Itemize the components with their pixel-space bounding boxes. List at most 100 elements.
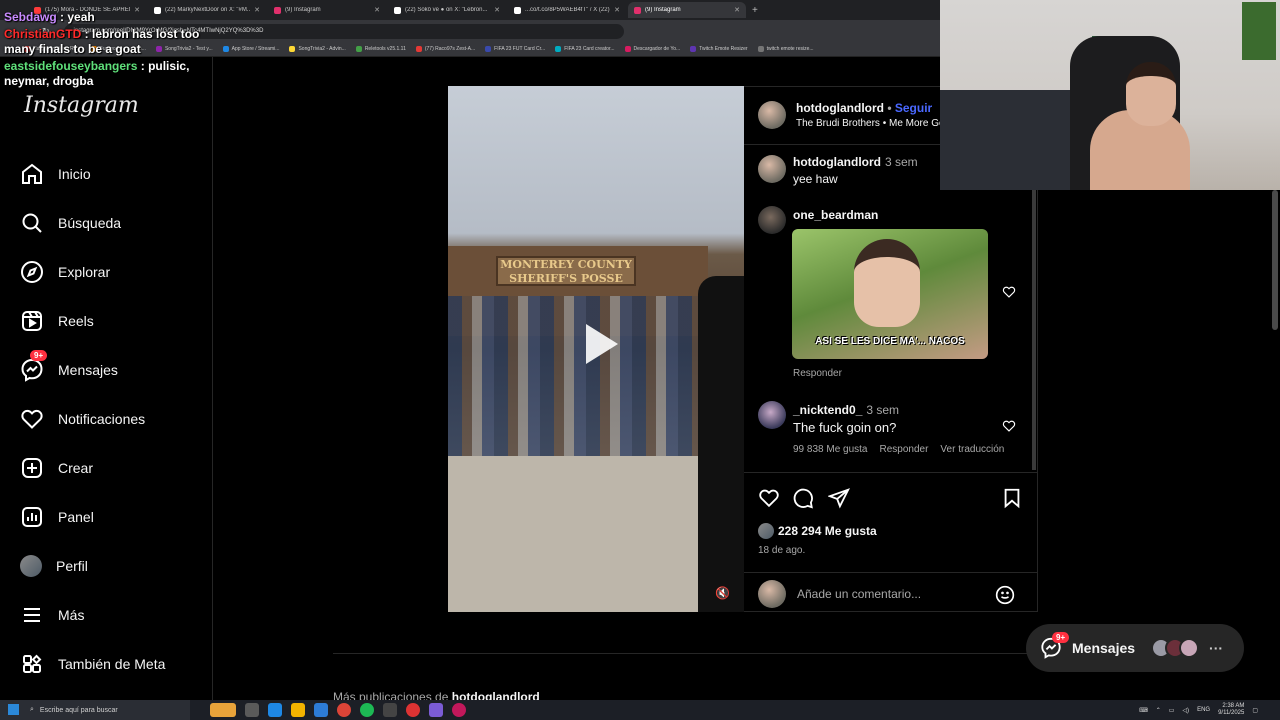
like-comment-icon[interactable] <box>1002 419 1016 433</box>
tab-close-icon[interactable]: ✕ <box>254 6 260 14</box>
sidebar-item-inicio[interactable]: Inicio <box>20 156 200 192</box>
comment-avatar[interactable] <box>758 401 786 429</box>
chrome-icon[interactable] <box>337 703 351 717</box>
sidebar-item-label: También de Meta <box>58 656 166 672</box>
taskbar-app-icon[interactable] <box>429 703 443 717</box>
browser-tab[interactable]: (22) Sokô ve ● on X: "Lebron... ✕ <box>388 2 506 18</box>
browser-tab[interactable]: ...co/t.co/8P5WAEB4fT" / X (22) ✕ <box>508 2 626 18</box>
tab-close-icon[interactable]: ✕ <box>374 6 380 14</box>
comment-avatar[interactable] <box>758 206 786 234</box>
taskbar-apps <box>210 703 466 717</box>
comment-username[interactable]: one_beardman <box>793 208 878 222</box>
taskbar-app-icon[interactable] <box>268 703 282 717</box>
tab-close-icon[interactable]: ✕ <box>734 6 740 14</box>
keyboard-icon[interactable]: ⌨ <box>1139 707 1148 714</box>
bookmark-icon[interactable] <box>1001 487 1023 509</box>
compass-icon <box>21 261 43 283</box>
page-scrollbar[interactable] <box>1272 190 1278 330</box>
like-comment-icon[interactable] <box>1002 285 1016 299</box>
comment-likes[interactable]: 99 838 Me gusta <box>793 444 868 455</box>
windows-start-icon[interactable] <box>8 704 19 715</box>
comment-username[interactable]: _nicktend0_ <box>793 403 862 417</box>
language-indicator[interactable]: ENG <box>1197 707 1210 713</box>
volume-icon[interactable]: ◁) <box>1182 707 1189 714</box>
gif-caption: ASI SE LES DICE MA'... NACOS <box>815 336 965 347</box>
messages-pill[interactable]: 9+ Mensajes ··· <box>1026 624 1244 672</box>
bookmark-item[interactable]: twitch emote resize... <box>757 46 814 52</box>
comments-scrollbar[interactable] <box>1032 190 1036 470</box>
comment-reply-button[interactable]: Responder <box>880 444 929 455</box>
taskbar-app-icon[interactable] <box>383 703 397 717</box>
post-likes[interactable]: 228 294 Me gusta <box>758 523 877 539</box>
bookmark-item[interactable]: Reletools v25.1.11 <box>355 46 406 52</box>
sidebar-item-reels[interactable]: Reels <box>20 303 200 339</box>
comment-input[interactable]: Añade un comentario... <box>797 587 921 601</box>
share-icon[interactable] <box>828 487 850 509</box>
follow-button[interactable]: Seguir <box>895 101 932 115</box>
author-avatar[interactable] <box>758 101 786 129</box>
bookmark-item[interactable]: FIFA 23 FUT Card Cr... <box>485 46 545 52</box>
sidebar-item-explorar[interactable]: Explorar <box>20 254 200 290</box>
sidebar-item-perfil[interactable]: Perfil <box>20 548 200 584</box>
messenger-icon <box>21 358 43 382</box>
taskbar-app-icon[interactable] <box>210 703 236 717</box>
tray-chevron-icon[interactable]: ⌃ <box>1156 707 1161 714</box>
tab-favicon-icon <box>394 6 401 14</box>
sidebar-item-mas[interactable]: Más <box>20 597 200 633</box>
bookmark-label: FIFA 23 Card creator... <box>564 46 615 52</box>
caption-username[interactable]: hotdoglandlord <box>793 155 881 169</box>
emoji-icon[interactable] <box>995 585 1015 605</box>
play-icon[interactable] <box>570 316 626 372</box>
sidebar-item-panel[interactable]: Panel <box>20 499 200 535</box>
like-icon[interactable] <box>758 487 780 509</box>
mute-icon[interactable]: 🔇 <box>715 586 730 600</box>
post-actions: 228 294 Me gusta 18 de ago. Añade un com… <box>744 472 1038 613</box>
sidebar-item-crear[interactable]: Crear <box>20 450 200 486</box>
taskbar-app-icon[interactable] <box>245 703 259 717</box>
reels-icon <box>22 311 42 331</box>
tab-close-icon[interactable]: ✕ <box>614 6 620 14</box>
new-tab-icon[interactable]: + <box>752 5 758 16</box>
bookmark-favicon-icon <box>555 46 562 52</box>
network-icon[interactable]: ▭ <box>1169 707 1175 714</box>
reel-video[interactable]: MONTEREY COUNTY SHERIFF'S POSSE 🔇 <box>448 86 744 612</box>
sidebar-item-tambien-de-meta[interactable]: También de Meta <box>20 646 200 682</box>
sidebar-item-mensajes[interactable]: 9+ Mensajes <box>20 350 200 388</box>
meta-icon <box>23 654 42 673</box>
chat-username: ChristianGTD <box>4 27 82 41</box>
browser-tab[interactable]: (9) Instagram ✕ <box>628 2 746 18</box>
taskbar-app-icon[interactable] <box>314 703 328 717</box>
taskbar-app-icon[interactable] <box>406 703 420 717</box>
tab-close-icon[interactable]: ✕ <box>494 6 500 14</box>
sidebar-item-label: Crear <box>58 460 94 476</box>
messages-badge: 9+ <box>30 350 48 361</box>
message-avatars <box>1151 638 1200 658</box>
spotify-icon[interactable] <box>360 703 374 717</box>
caption-avatar[interactable] <box>758 155 786 183</box>
clock[interactable]: 2:38 AM 9/11/2025 <box>1218 703 1244 717</box>
bookmark-item[interactable]: Descargador de Yo... <box>624 46 680 52</box>
taskbar-search-input[interactable]: Escribe aquí para buscar <box>40 707 118 714</box>
instagram-logo[interactable]: Instagram <box>24 93 139 118</box>
bookmark-item[interactable]: Twitch Emote Resizer <box>690 46 748 52</box>
bookmark-item[interactable]: (77) Raco97s Zest-A... <box>415 46 475 52</box>
messages-pill-badge: 9+ <box>1052 632 1070 643</box>
comment-time: 3 sem <box>866 403 900 417</box>
bookmark-favicon-icon <box>355 46 362 52</box>
bookmark-item[interactable]: SongTrivia2 - Advin... <box>289 46 346 52</box>
browser-tab[interactable]: (9) Instagram ✕ <box>268 2 386 18</box>
sidebar-item-busqueda[interactable]: Búsqueda <box>20 205 200 241</box>
taskbar-app-icon[interactable] <box>452 703 466 717</box>
video-foreground-person <box>698 276 744 612</box>
taskbar-app-icon[interactable] <box>291 703 305 717</box>
translate-link[interactable]: Ver traducción <box>940 444 1004 455</box>
bookmark-item[interactable]: FIFA 23 Card creator... <box>555 46 615 52</box>
comment-reply-button[interactable]: Responder <box>793 368 842 379</box>
sidebar-item-notificaciones[interactable]: Notificaciones <box>20 401 200 437</box>
comment-icon[interactable] <box>792 487 814 509</box>
audio-label[interactable]: The Brudi Brothers • Me More Go <box>796 118 945 129</box>
notification-icon[interactable]: ▢ <box>1252 707 1258 714</box>
author-username[interactable]: hotdoglandlord <box>796 101 884 115</box>
taskbar-search[interactable]: ⌕ Escribe aquí para buscar <box>0 700 190 720</box>
bookmark-item[interactable]: App Store / Streami... <box>222 46 279 52</box>
